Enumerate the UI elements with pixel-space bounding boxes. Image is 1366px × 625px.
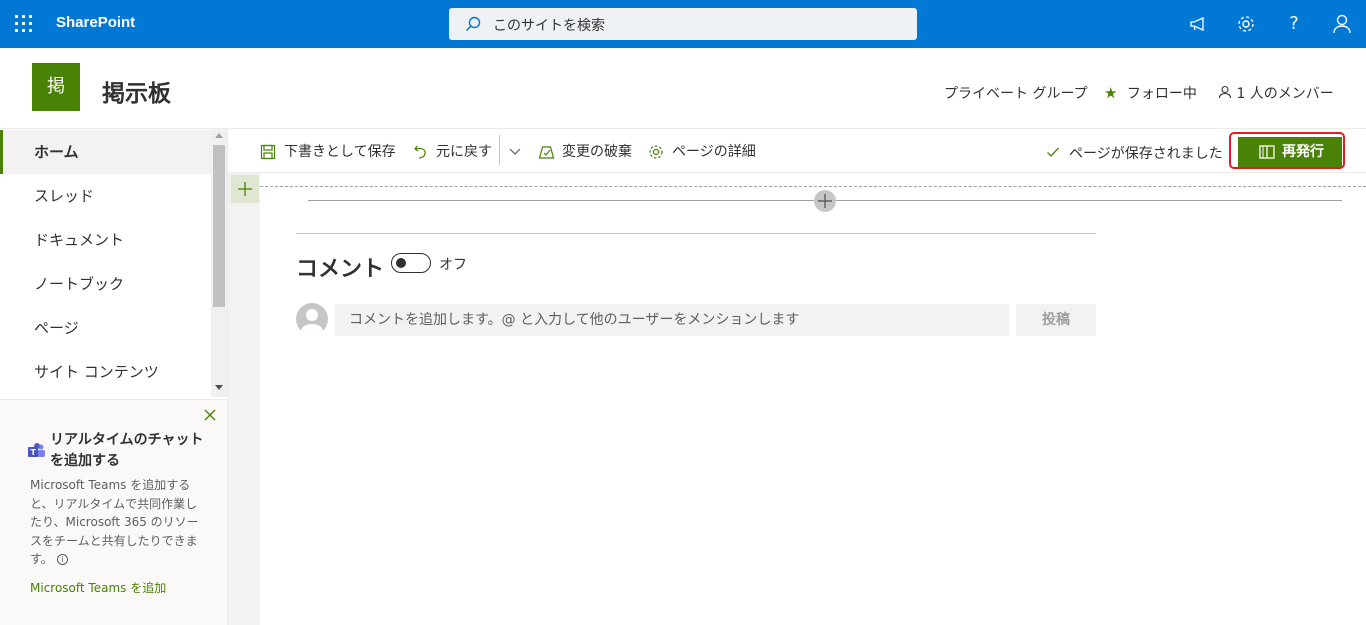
teams-promo-panel: T リアルタイムのチャットを追加する Microsoft Teams を追加する… (0, 399, 227, 625)
close-icon[interactable] (203, 408, 217, 422)
post-button[interactable]: 投稿 (1016, 304, 1096, 336)
teams-panel-title: リアルタイムのチャットを追加する (50, 432, 204, 469)
scroll-thumb[interactable] (213, 145, 225, 307)
search-box[interactable]: このサイトを検索 (449, 8, 917, 40)
comment-input[interactable]: コメントを追加します。@ と入力して他のユーザーをメンションします (335, 304, 1009, 336)
add-webpart-button[interactable] (814, 190, 836, 212)
page-details-button[interactable]: ページの詳細 (648, 143, 763, 161)
book-icon (1259, 145, 1275, 159)
republish-button[interactable]: 再発行 (1238, 137, 1342, 167)
scroll-down-icon[interactable] (215, 385, 223, 390)
info-icon[interactable]: i (56, 554, 68, 565)
republish-label: 再発行 (1282, 144, 1324, 160)
command-bar: 下書きとして保存 元に戻す 変更の破棄 ページの詳細 ページが保存されました 再… (228, 129, 1366, 173)
search-placeholder: このサイトを検索 (493, 18, 605, 34)
suite-header: SharePoint このサイトを検索 ? (0, 0, 1366, 48)
add-teams-link[interactable]: Microsoft Teams を追加 (30, 579, 166, 596)
search-icon (465, 16, 481, 32)
scroll-up-icon[interactable] (215, 133, 223, 138)
nav-item-site-contents[interactable]: サイト コンテンツ (0, 350, 211, 394)
plus-icon (818, 194, 832, 208)
gear-icon[interactable] (1234, 12, 1258, 36)
undo-label: 元に戻す (436, 144, 492, 160)
site-title[interactable]: 掲示板 (102, 74, 171, 108)
members-label: 1 人のメンバー (1236, 86, 1334, 102)
page-details-label: ページの詳細 (672, 144, 756, 160)
undo-button[interactable]: 元に戻す (413, 143, 495, 161)
help-icon[interactable]: ? (1282, 12, 1306, 36)
nav-list: ホーム スレッド ドキュメント ノートブック ページ サイト コンテンツ (0, 129, 211, 397)
person-icon (1218, 85, 1232, 99)
plus-icon (238, 182, 252, 196)
save-draft-button[interactable]: 下書きとして保存 (260, 143, 400, 161)
checkmark-icon (1047, 147, 1059, 157)
chevron-down-icon (509, 148, 521, 155)
comments-toggle[interactable] (391, 253, 431, 273)
undo-icon (414, 145, 426, 159)
teams-panel-description: Microsoft Teams を追加すると、リアルタイムで共同作業したり、Mi… (30, 476, 206, 569)
save-draft-label: 下書きとして保存 (284, 144, 396, 160)
left-navigation: ホーム スレッド ドキュメント ノートブック ページ サイト コンテンツ T リ… (0, 129, 228, 625)
gear-icon (649, 145, 663, 159)
discard-icon (538, 146, 555, 159)
nav-item-documents[interactable]: ドキュメント (0, 218, 211, 262)
waffle-icon[interactable] (14, 14, 34, 34)
star-icon: ★ (1104, 84, 1118, 102)
privacy-label: プライベート グループ (944, 86, 1088, 102)
teams-logo-icon: T (28, 443, 45, 457)
undo-dropdown[interactable] (508, 143, 524, 161)
comments-title: コメント (296, 257, 385, 282)
toggle-label: オフ (439, 257, 467, 273)
members-button[interactable]: 1 人のメンバー (1218, 83, 1334, 103)
add-section-button[interactable] (231, 175, 259, 203)
teams-panel-text: Microsoft Teams を追加すると、リアルタイムで共同作業したり、Mi… (30, 478, 199, 566)
save-icon (260, 144, 276, 160)
separator (499, 135, 500, 165)
nav-item-notebook[interactable]: ノートブック (0, 262, 211, 306)
person-icon[interactable] (1330, 12, 1354, 36)
megaphone-icon[interactable] (1186, 12, 1210, 36)
discard-changes-button[interactable]: 変更の破棄 (538, 143, 638, 161)
save-status-label: ページが保存されました (1069, 146, 1223, 162)
person-icon (300, 309, 324, 335)
svg-text:T: T (31, 448, 37, 457)
section-toolbar (228, 173, 260, 625)
avatar (296, 303, 328, 335)
discard-label: 変更の破棄 (562, 144, 632, 160)
nav-scrollbar[interactable] (211, 129, 227, 397)
nav-item-threads[interactable]: スレッド (0, 174, 211, 218)
toggle-knob (396, 258, 406, 268)
nav-item-home[interactable]: ホーム (0, 130, 211, 174)
comments-divider (296, 233, 1096, 234)
nav-item-pages[interactable]: ページ (0, 306, 211, 350)
site-logo[interactable]: 掲 (32, 63, 80, 111)
section-border (260, 186, 1366, 187)
follow-button[interactable]: ★ フォロー中 (1104, 83, 1197, 103)
follow-label: フォロー中 (1126, 86, 1197, 102)
app-name[interactable]: SharePoint (56, 14, 135, 31)
page-canvas: コメント オフ コメントを追加します。@ と入力して他のユーザーをメンションしま… (228, 173, 1366, 625)
site-header: 掲 掲示板 プライベート グループ ★ フォロー中 1 人のメンバー (0, 48, 1366, 129)
